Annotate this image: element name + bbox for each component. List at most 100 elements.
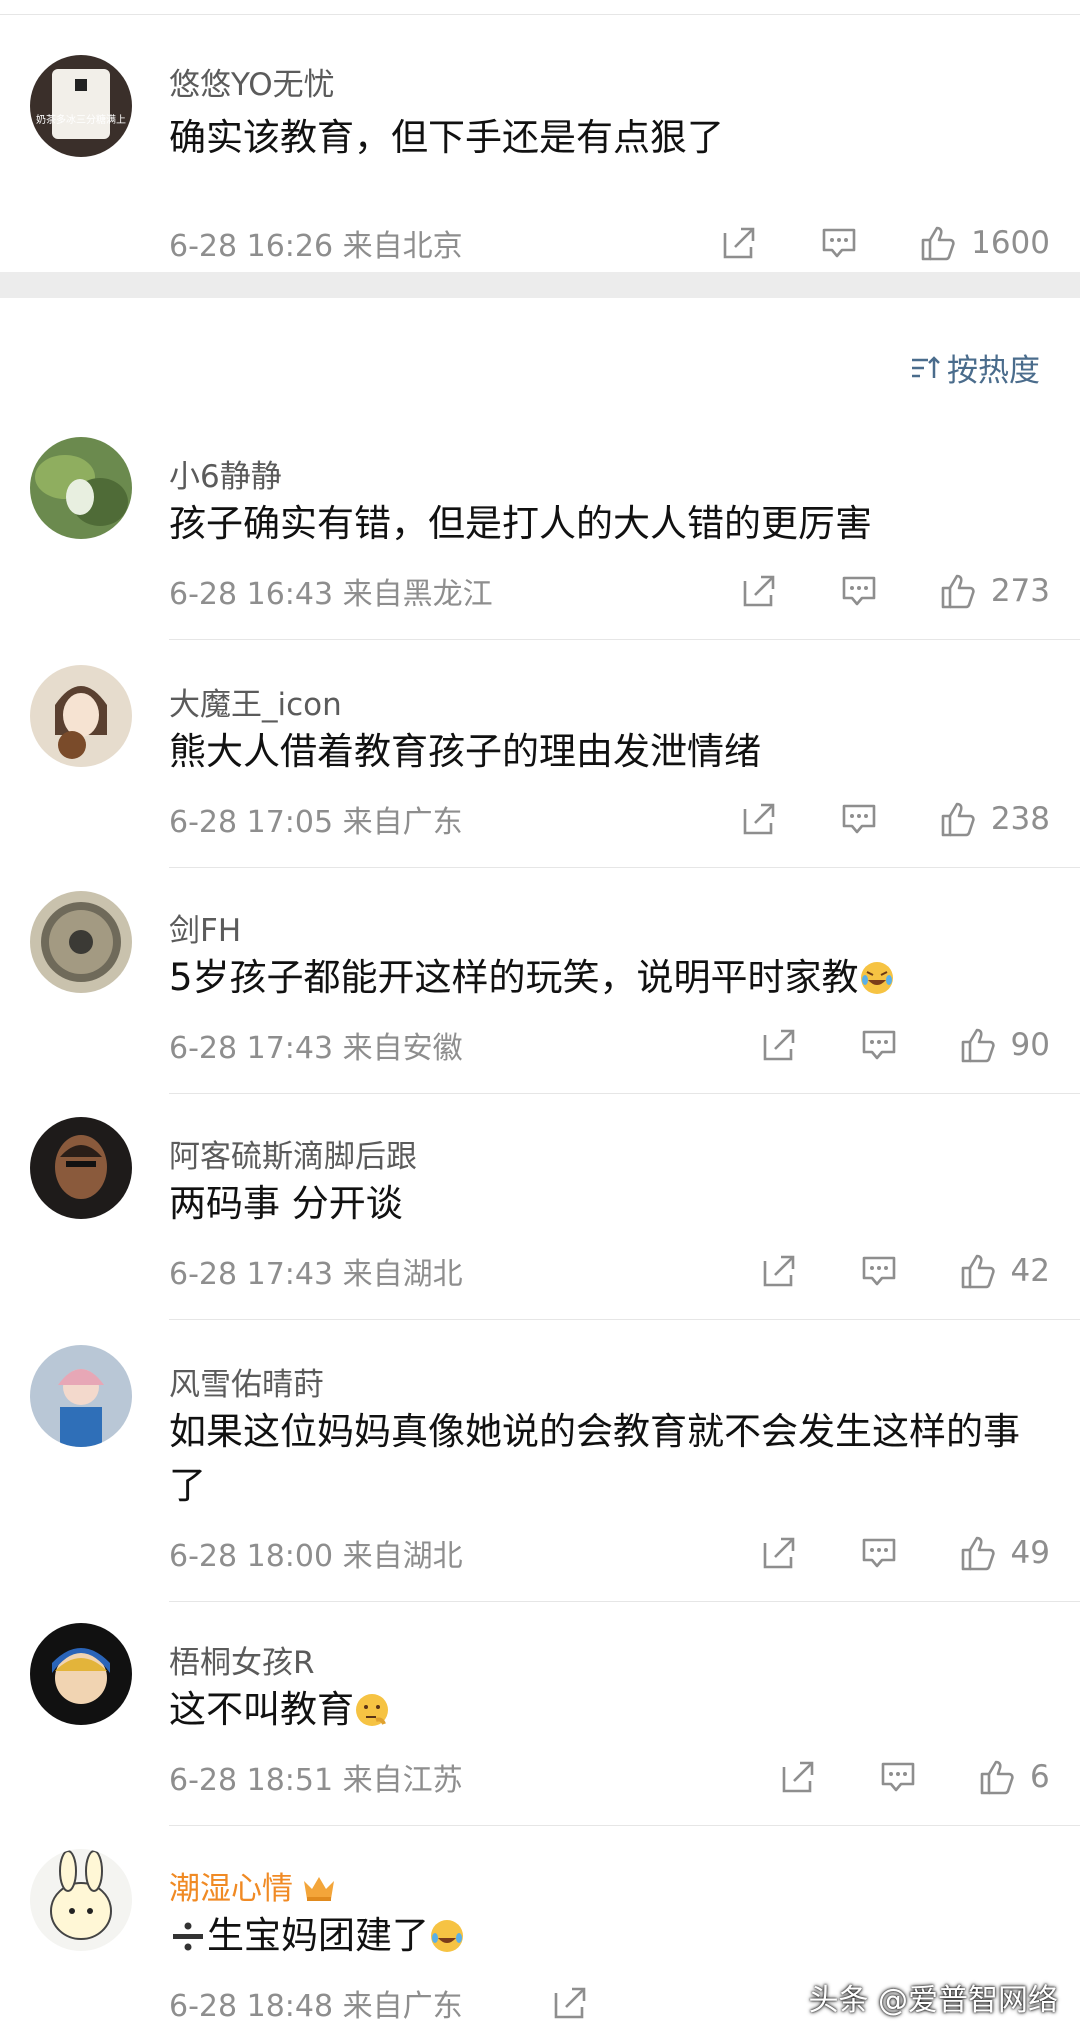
avatar[interactable] bbox=[30, 1117, 132, 1219]
avatar[interactable]: 奶茶多冰三分糖满上 bbox=[30, 55, 132, 157]
comment-text-content: 这不叫教育 bbox=[169, 1688, 354, 1731]
comment-actions bbox=[550, 1983, 650, 2023]
username[interactable]: 大魔王_icon bbox=[169, 679, 342, 724]
comment-actions: 42 bbox=[759, 1251, 1050, 1291]
share-icon[interactable] bbox=[759, 1251, 799, 1291]
like-icon[interactable] bbox=[939, 799, 979, 839]
comment-meta: 6-28 18:48 来自广东 bbox=[169, 1989, 463, 2024]
vip-crown-icon bbox=[301, 1871, 337, 1903]
share-icon[interactable] bbox=[550, 1983, 590, 2023]
comment-divider bbox=[169, 1601, 1080, 1602]
comment-text-content: 5岁孩子都能开这样的玩笑，说明平时家教 bbox=[169, 956, 859, 999]
username[interactable]: 风雪佑晴莳 bbox=[169, 1359, 324, 1404]
comment-meta: 6-28 17:43 来自湖北 bbox=[169, 1257, 463, 1292]
like-icon[interactable] bbox=[978, 1757, 1018, 1797]
comment-text: 两码事 分开谈 bbox=[169, 1177, 1039, 1231]
comment-divider bbox=[169, 1093, 1080, 1094]
comment-text: 熊大人借着教育孩子的理由发泄情绪 bbox=[169, 725, 1039, 779]
like-icon[interactable] bbox=[959, 1533, 999, 1573]
username[interactable]: 小6静静 bbox=[169, 451, 282, 496]
comment-text: 5岁孩子都能开这样的玩笑，说明平时家教 bbox=[169, 951, 1039, 1005]
laugh-cry-emoji-icon bbox=[859, 957, 895, 994]
thinking-emoji-icon bbox=[354, 1689, 390, 1726]
reply-icon[interactable] bbox=[839, 571, 879, 611]
share-icon[interactable] bbox=[719, 223, 759, 263]
username-text: 风雪佑晴莳 bbox=[169, 1367, 324, 1403]
share-icon[interactable] bbox=[759, 1025, 799, 1065]
like-count: 6 bbox=[1030, 1759, 1050, 1795]
comment-actions: 6 bbox=[778, 1757, 1050, 1797]
comment-text-content: 两码事 分开谈 bbox=[169, 1182, 403, 1225]
share-icon[interactable] bbox=[739, 571, 779, 611]
username-text: 大魔王_icon bbox=[169, 687, 342, 723]
like-icon[interactable] bbox=[939, 571, 979, 611]
reply-icon[interactable] bbox=[839, 799, 879, 839]
comment-meta: 6-28 17:43 来自安徽 bbox=[169, 1031, 463, 1066]
username[interactable]: 剑FH bbox=[169, 905, 241, 950]
like-count: 273 bbox=[990, 573, 1050, 609]
like-icon[interactable] bbox=[959, 1251, 999, 1291]
reply-icon[interactable] bbox=[878, 1757, 918, 1797]
username-text: 小6静静 bbox=[169, 459, 282, 495]
avatar[interactable] bbox=[30, 437, 132, 539]
comment-actions: 49 bbox=[759, 1533, 1050, 1573]
username[interactable]: 阿客硫斯滴脚后跟 bbox=[169, 1131, 417, 1176]
comment-actions: 1600 bbox=[719, 223, 1050, 263]
comment-meta: 6-28 17:05 来自广东 bbox=[169, 805, 463, 840]
comment-divider bbox=[169, 1825, 1080, 1826]
sort-button[interactable]: 按热度 bbox=[909, 345, 1040, 390]
avatar[interactable] bbox=[30, 1623, 132, 1725]
like-count: 42 bbox=[1010, 1253, 1050, 1289]
comment-divider bbox=[169, 867, 1080, 868]
share-icon[interactable] bbox=[778, 1757, 818, 1797]
comment-actions: 90 bbox=[759, 1025, 1050, 1065]
username-text: 阿客硫斯滴脚后跟 bbox=[169, 1139, 417, 1175]
share-icon[interactable] bbox=[759, 1533, 799, 1573]
avatar[interactable] bbox=[30, 1849, 132, 1951]
laugh-cry-emoji-icon bbox=[429, 1915, 465, 1952]
avatar[interactable] bbox=[30, 665, 132, 767]
watermark: 头条 @爱普智网络 bbox=[808, 1983, 1058, 2018]
avatar-text: 奶茶多冰三分糖满上 bbox=[36, 113, 126, 126]
like-count: 90 bbox=[1010, 1027, 1050, 1063]
comment-meta: 6-28 18:00 来自湖北 bbox=[169, 1539, 463, 1574]
share-icon[interactable] bbox=[739, 799, 779, 839]
comment-text: 如果这位妈妈真像她说的会教育就不会发生这样的事了 bbox=[169, 1405, 1039, 1513]
comment-text-content: 熊大人借着教育孩子的理由发泄情绪 bbox=[169, 730, 761, 773]
avatar[interactable] bbox=[30, 891, 132, 993]
comment-text: 孩子确实有错，但是打人的大人错的更厉害 bbox=[169, 497, 1039, 551]
top-divider bbox=[0, 0, 1080, 15]
comment-text-content: 如果这位妈妈真像她说的会教育就不会发生这样的事了 bbox=[169, 1410, 1020, 1507]
comment-actions: 273 bbox=[739, 571, 1050, 611]
comment-meta: 6-28 16:43 来自黑龙江 bbox=[169, 577, 493, 612]
comment-text-content: 孩子确实有错，但是打人的大人错的更厉害 bbox=[169, 502, 872, 545]
sort-icon bbox=[912, 355, 940, 378]
comment-meta: 6-28 18:51 来自江苏 bbox=[169, 1763, 463, 1798]
username[interactable]: 潮湿心情 bbox=[169, 1863, 337, 1908]
sort-label: 按热度 bbox=[947, 353, 1040, 389]
comment-divider bbox=[169, 639, 1080, 640]
reply-icon[interactable] bbox=[819, 223, 859, 263]
like-count: 1600 bbox=[971, 225, 1050, 261]
reply-icon[interactable] bbox=[859, 1251, 899, 1291]
comment-text: 这不叫教育 bbox=[169, 1683, 1039, 1737]
comment-meta: 6-28 16:26 来自北京 bbox=[169, 229, 463, 264]
username-text: 梧桐女孩R bbox=[169, 1645, 315, 1681]
comment-divider bbox=[169, 1319, 1080, 1320]
reply-icon[interactable] bbox=[859, 1025, 899, 1065]
avatar[interactable] bbox=[30, 1345, 132, 1447]
reply-icon[interactable] bbox=[859, 1533, 899, 1573]
username[interactable]: 悠悠YO无忧 bbox=[169, 59, 335, 104]
comment-text: 确实该教育，但下手还是有点狠了 bbox=[169, 116, 724, 159]
like-count: 49 bbox=[1010, 1535, 1050, 1571]
comment-text: 生宝妈团建了 bbox=[169, 1909, 1039, 1963]
section-separator bbox=[0, 272, 1080, 298]
like-icon[interactable] bbox=[919, 223, 959, 263]
username-text: 潮湿心情 bbox=[169, 1871, 293, 1907]
username[interactable]: 梧桐女孩R bbox=[169, 1637, 315, 1682]
divide-sign-icon bbox=[169, 1915, 207, 1951]
comment-text-content: 生宝妈团建了 bbox=[207, 1914, 429, 1957]
like-icon[interactable] bbox=[959, 1025, 999, 1065]
username-text: 剑FH bbox=[169, 913, 242, 949]
comment-actions: 238 bbox=[739, 799, 1050, 839]
